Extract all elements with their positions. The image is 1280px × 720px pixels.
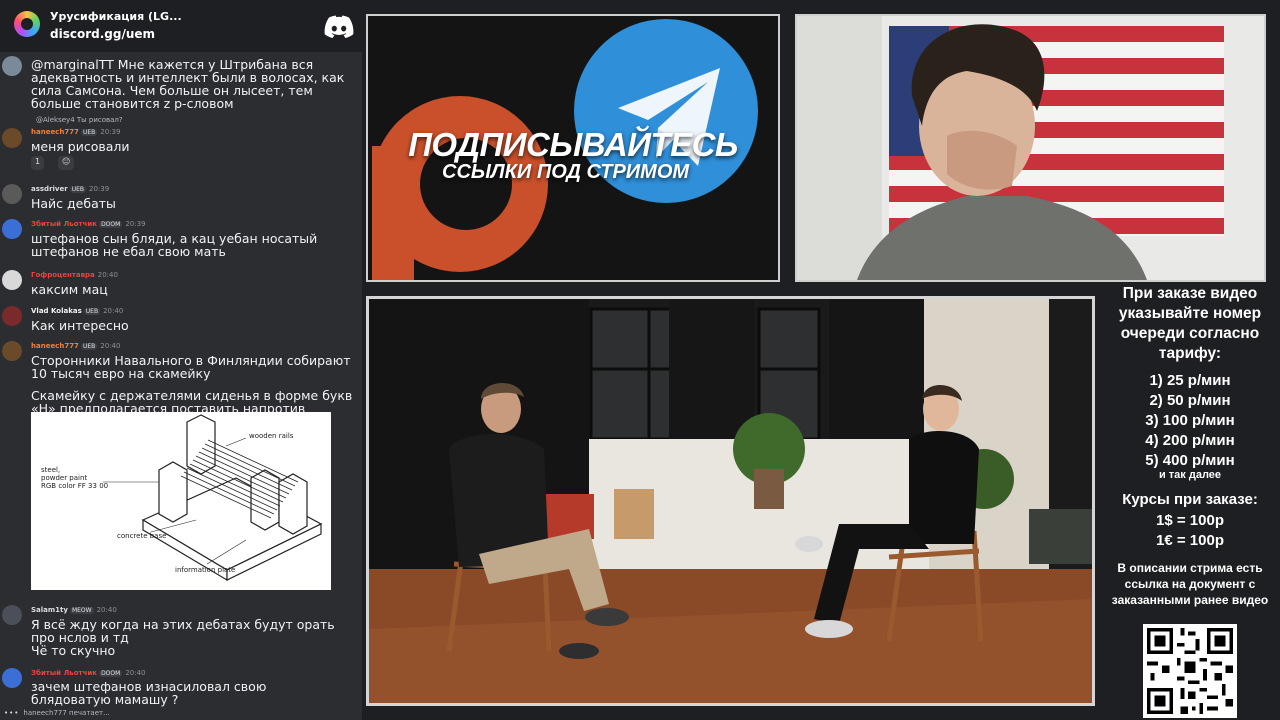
role-tag: UEB: [80, 343, 98, 350]
timestamp: 20:39: [100, 128, 121, 136]
webcam-feed: [795, 14, 1266, 282]
server-invite-link[interactable]: discord.gg/uem: [50, 27, 155, 41]
label-concrete-base: concrete base: [117, 532, 166, 540]
message-meta: Гофроцентавра 20:40: [31, 271, 118, 279]
author-name[interactable]: assdriver: [31, 185, 68, 193]
typing-dots-icon: •••: [4, 709, 20, 717]
banner-title: ПОДПИСЫВАЙТЕСЬ: [408, 126, 738, 163]
avatar: [2, 56, 22, 76]
role-tag: DOOM: [99, 670, 123, 677]
subscribe-banner: ПОДПИСЫВАЙТЕСЬ ССЫЛКИ ПОД СТРИМОМ: [366, 14, 780, 282]
typing-indicator: ••• haneech777 печатает...: [4, 709, 110, 717]
role-tag: UEB: [80, 129, 98, 136]
order-instructions: При заказе видео указывайте номер очеред…: [1118, 285, 1262, 362]
message-meta: Salam1ty MEOW 20:40: [31, 606, 117, 614]
message-text: каксим мац: [31, 282, 108, 297]
avatar: [2, 219, 22, 239]
chat-header: Урусификация (LG... discord.gg/uem: [0, 0, 362, 52]
message-meta: assdriver UEB 20:39: [31, 185, 109, 193]
role-tag: UEB: [69, 186, 86, 193]
message-text: Сторонники Навального в Финляндии собира…: [31, 353, 351, 381]
message-text: Найс дебаты: [31, 196, 116, 211]
reply-reference[interactable]: @Aleksey4 Ты рисовал?: [36, 116, 123, 124]
discord-logo-icon: [324, 15, 354, 38]
role-tag: MEOW: [69, 607, 94, 614]
timestamp: 20:40: [103, 307, 124, 315]
webcam-scene: [797, 16, 1264, 280]
rate-eur: 1€ = 100р: [1156, 532, 1224, 549]
message-text: Я всё жду когда на этих дебатах будут ор…: [31, 617, 335, 645]
message-text: штефанов сын бляди, а кац уебан носатый …: [31, 231, 318, 259]
timestamp: 20:39: [89, 185, 110, 193]
author-name[interactable]: Vlad Kolakas: [31, 307, 82, 315]
discord-chat-overlay: Урусификация (LG... discord.gg/uem @marg…: [0, 0, 362, 720]
tariff-item: 4) 200 р/мин: [1145, 432, 1235, 449]
author-name[interactable]: Збитый Льотчик: [31, 669, 97, 677]
avatar: [2, 605, 22, 625]
author-name[interactable]: Збитый Льотчик: [31, 220, 97, 228]
label-steel: steel,: [41, 466, 60, 474]
debate-video[interactable]: [366, 296, 1095, 706]
rate-usd: 1$ = 100р: [1156, 512, 1224, 529]
avatar: [2, 306, 22, 326]
message-meta: haneech777 UEB 20:39: [31, 128, 120, 136]
exchange-rates-heading: Курсы при заказе:: [1122, 491, 1258, 508]
tariff-item: 1) 25 р/мин: [1149, 372, 1231, 389]
avatar: [2, 128, 22, 148]
author-name[interactable]: Salam1ty: [31, 606, 68, 614]
avatar: [2, 270, 22, 290]
timestamp: 20:39: [125, 220, 146, 228]
tariff-more-note: и так далее: [1158, 469, 1222, 481]
label-rgb-color: RGB color FF 33 00: [41, 482, 108, 490]
label-wooden-rails: wooden rails: [249, 432, 294, 440]
debate-scene: [369, 299, 1092, 703]
message-text: зачем штефанов изнасиловал свою блядоват…: [31, 679, 267, 707]
author-name[interactable]: haneech777: [31, 128, 79, 136]
banner-subtitle: ССЫЛКИ ПОД СТРИМОМ: [442, 161, 690, 183]
timestamp: 20:40: [96, 606, 117, 614]
bench-diagram-attachment[interactable]: wooden rails steel, powder paint RGB col…: [31, 412, 331, 590]
message-meta: Збитый Льотчик DOOM 20:40: [31, 669, 146, 677]
avatar: [2, 184, 22, 204]
reaction-emoji[interactable]: 😐: [58, 156, 75, 170]
author-name[interactable]: Гофроцентавра: [31, 271, 95, 279]
author-name[interactable]: haneech777: [31, 342, 79, 350]
tariff-item: 3) 100 р/мин: [1145, 412, 1235, 429]
label-powder-paint: powder paint: [41, 474, 87, 482]
server-name: Урусификация (LG...: [50, 10, 182, 23]
message-meta: Збитый Льотчик DOOM 20:39: [31, 220, 146, 228]
role-tag: DOOM: [99, 221, 123, 228]
message-text: @marginalTT Мне кажется у Штрибана вся а…: [31, 57, 345, 111]
avatar: [2, 341, 22, 361]
tariff-item: 5) 400 р/мин: [1145, 452, 1235, 469]
message-meta: Vlad Kolakas UEB 20:40: [31, 307, 123, 315]
description-link-note: В описании стрима есть ссылка на докумен…: [1111, 561, 1269, 607]
message-text: меня рисовали: [31, 139, 130, 154]
message-text: Как интересно: [31, 318, 129, 333]
server-icon: [14, 11, 40, 37]
label-information-plate: information plate: [175, 566, 235, 574]
timestamp: 20:40: [100, 342, 121, 350]
role-tag: UEB: [83, 308, 101, 315]
avatar: [2, 668, 22, 688]
message-text-continued: Чё то скучно: [31, 643, 116, 658]
tariff-item: 2) 50 р/мин: [1149, 392, 1231, 409]
timestamp: 20:40: [97, 271, 118, 279]
tariff-list: 1) 25 р/мин 2) 50 р/мин 3) 100 р/мин 4) …: [1100, 371, 1280, 471]
typing-text: haneech777 печатает...: [23, 709, 110, 717]
message-list[interactable]: @marginalTT Мне кажется у Штрибана вся а…: [0, 52, 362, 707]
reaction-count[interactable]: 1: [31, 156, 45, 170]
timestamp: 20:40: [125, 669, 146, 677]
qr-code-icon[interactable]: [1143, 624, 1237, 718]
message-meta: haneech777 UEB 20:40: [31, 342, 120, 350]
